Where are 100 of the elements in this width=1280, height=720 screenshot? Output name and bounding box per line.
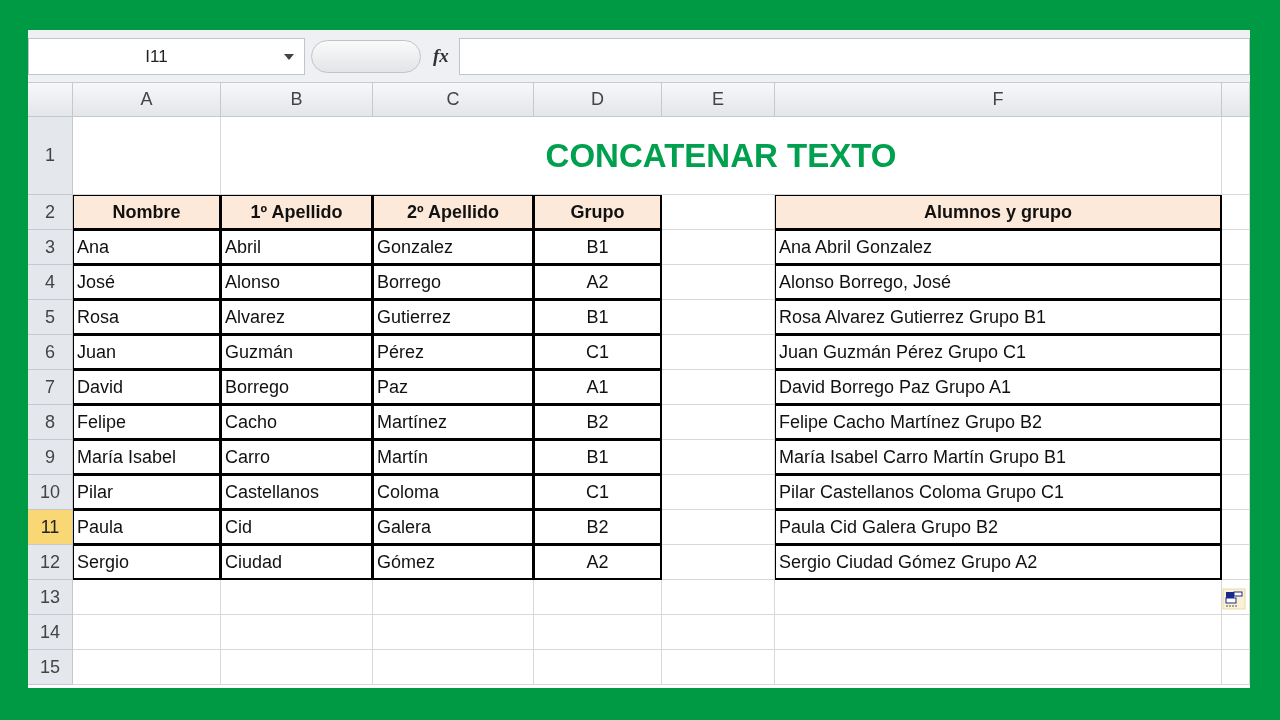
row-header[interactable]: 4: [28, 265, 73, 300]
empty-cell[interactable]: [662, 300, 775, 335]
empty-cell[interactable]: [1222, 230, 1250, 265]
row-header[interactable]: 5: [28, 300, 73, 335]
table-cell: Borrego: [373, 265, 534, 300]
table-cell: B1: [534, 300, 662, 335]
empty-cell[interactable]: [662, 545, 775, 580]
column-header[interactable]: C: [373, 83, 534, 117]
empty-cell[interactable]: [662, 405, 775, 440]
row-header[interactable]: 2: [28, 195, 73, 230]
table-cell: Sergio: [73, 545, 221, 580]
table-cell: B1: [534, 230, 662, 265]
table-cell: Gonzalez: [373, 230, 534, 265]
table-cell: Galera: [373, 510, 534, 545]
empty-cell[interactable]: [662, 440, 775, 475]
empty-cell[interactable]: [662, 265, 775, 300]
table-cell: Castellanos: [221, 475, 373, 510]
empty-cell[interactable]: [1222, 300, 1250, 335]
row-header[interactable]: 12: [28, 545, 73, 580]
table-cell: B1: [534, 440, 662, 475]
row-header[interactable]: 9: [28, 440, 73, 475]
empty-cell[interactable]: [662, 615, 775, 650]
row-header[interactable]: 14: [28, 615, 73, 650]
empty-cell[interactable]: [1222, 83, 1250, 117]
table-cell: Alvarez: [221, 300, 373, 335]
column-heading: Grupo: [534, 195, 662, 230]
empty-cell[interactable]: [1222, 195, 1250, 230]
column-heading: 2º Apellido: [373, 195, 534, 230]
collapse-handle[interactable]: [311, 40, 421, 73]
row-header[interactable]: 6: [28, 335, 73, 370]
table-cell: Carro: [221, 440, 373, 475]
table-cell: Martínez: [373, 405, 534, 440]
column-header[interactable]: A: [73, 83, 221, 117]
empty-cell[interactable]: [221, 615, 373, 650]
column-header[interactable]: E: [662, 83, 775, 117]
table-cell: Felipe: [73, 405, 221, 440]
empty-cell[interactable]: [1222, 650, 1250, 685]
table-cell: David Borrego Paz Grupo A1: [775, 370, 1222, 405]
row-header[interactable]: 3: [28, 230, 73, 265]
row-header[interactable]: 7: [28, 370, 73, 405]
table-cell: C1: [534, 475, 662, 510]
empty-cell[interactable]: [1222, 475, 1250, 510]
table-cell: A2: [534, 545, 662, 580]
empty-cell[interactable]: [775, 580, 1222, 615]
column-header[interactable]: F: [775, 83, 1222, 117]
empty-cell[interactable]: [662, 230, 775, 265]
row-header[interactable]: 10: [28, 475, 73, 510]
empty-cell[interactable]: [221, 580, 373, 615]
column-heading: 1º Apellido: [221, 195, 373, 230]
name-box[interactable]: I11: [28, 38, 305, 75]
table-cell: Pilar: [73, 475, 221, 510]
empty-cell[interactable]: [1222, 545, 1250, 580]
empty-cell[interactable]: [373, 615, 534, 650]
empty-cell[interactable]: [1222, 615, 1250, 650]
empty-cell[interactable]: [662, 370, 775, 405]
table-cell: Guzmán: [221, 335, 373, 370]
empty-cell[interactable]: [662, 580, 775, 615]
column-header[interactable]: B: [221, 83, 373, 117]
row-header[interactable]: 15: [28, 650, 73, 685]
empty-cell[interactable]: [373, 580, 534, 615]
table-cell: Paz: [373, 370, 534, 405]
formula-input[interactable]: [458, 38, 1250, 75]
table-cell: Rosa Alvarez Gutierrez Grupo B1: [775, 300, 1222, 335]
empty-cell[interactable]: [775, 650, 1222, 685]
row-header[interactable]: 1: [28, 117, 73, 195]
table-cell: David: [73, 370, 221, 405]
empty-cell[interactable]: [1222, 265, 1250, 300]
insert-function-button[interactable]: fx: [427, 38, 459, 75]
column-header[interactable]: D: [534, 83, 662, 117]
table-cell: Rosa: [73, 300, 221, 335]
empty-cell[interactable]: [221, 650, 373, 685]
empty-cell[interactable]: [534, 580, 662, 615]
row-header[interactable]: 13: [28, 580, 73, 615]
empty-cell[interactable]: [534, 650, 662, 685]
paste-options-icon[interactable]: [1222, 588, 1246, 610]
empty-cell[interactable]: [662, 335, 775, 370]
empty-cell[interactable]: [1222, 440, 1250, 475]
empty-cell[interactable]: [662, 510, 775, 545]
empty-cell[interactable]: [1222, 580, 1250, 615]
empty-cell[interactable]: [1222, 335, 1250, 370]
dropdown-caret-icon[interactable]: [284, 53, 294, 60]
empty-cell[interactable]: [1222, 370, 1250, 405]
empty-cell[interactable]: [662, 475, 775, 510]
empty-cell[interactable]: [1222, 405, 1250, 440]
row-header[interactable]: 8: [28, 405, 73, 440]
table-cell: Pilar Castellanos Coloma Grupo C1: [775, 475, 1222, 510]
empty-cell[interactable]: [662, 650, 775, 685]
row-header[interactable]: 11: [28, 510, 73, 545]
table-cell: Martín: [373, 440, 534, 475]
empty-cell[interactable]: [534, 615, 662, 650]
table-cell: Coloma: [373, 475, 534, 510]
empty-cell[interactable]: [373, 650, 534, 685]
table-cell: María Isabel Carro Martín Grupo B1: [775, 440, 1222, 475]
column-heading: Alumnos y grupo: [775, 195, 1222, 230]
table-cell: B2: [534, 510, 662, 545]
empty-cell[interactable]: [775, 615, 1222, 650]
select-all-corner[interactable]: [28, 83, 73, 117]
table-cell: Paula: [73, 510, 221, 545]
table-cell: Ciudad: [221, 545, 373, 580]
empty-cell[interactable]: [1222, 510, 1250, 545]
